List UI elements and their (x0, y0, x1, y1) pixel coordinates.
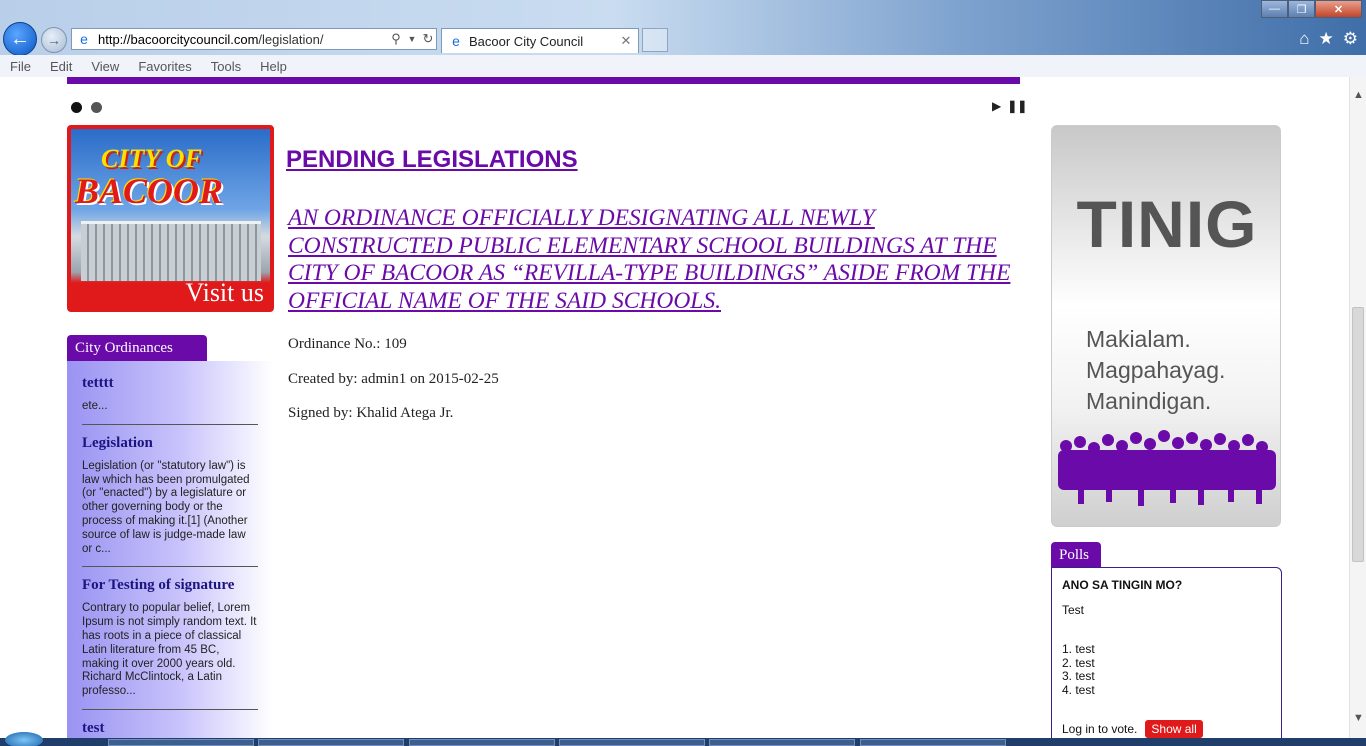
banner-visit-text: Visit us (185, 278, 264, 307)
menu-view[interactable]: View (91, 59, 119, 74)
play-icon[interactable]: ▶ (992, 99, 1001, 113)
ordinance-excerpt: Legislation (or "statutory law") is law … (82, 459, 250, 555)
tinig-title: TINIG (1076, 187, 1258, 261)
close-window-button[interactable]: ✕ (1315, 0, 1362, 18)
poll-option: 1. test (1062, 642, 1095, 656)
taskbar-button[interactable] (709, 739, 855, 746)
taskbar-button[interactable] (559, 739, 705, 746)
address-bar[interactable]: e http://bacoorcitycouncil.com/legislati… (71, 28, 437, 50)
maximize-button[interactable]: ❐ (1288, 0, 1315, 18)
banner-title: CITY OF BACOOR (75, 144, 224, 211)
polls-panel: ANO SA TINGIN MO? Test 1. test 2. test 3… (1051, 567, 1282, 738)
vertical-scrollbar[interactable]: ▲ ▼ (1349, 77, 1366, 738)
gear-icon[interactable]: ⚙ (1343, 29, 1358, 49)
crowd-silhouette-icon (1058, 430, 1276, 506)
menu-edit[interactable]: Edit (50, 59, 72, 74)
city-ordinances-list: tetttt ete... Legislation Legislation (o… (67, 361, 273, 738)
minimize-button[interactable]: — (1261, 0, 1288, 18)
show-all-button[interactable]: Show all (1145, 720, 1203, 738)
ordinance-title-link[interactable]: AN ORDINANCE OFFICIALLY DESIGNATING ALL … (288, 205, 1018, 315)
refresh-icon[interactable]: ↻ (420, 31, 436, 47)
slider-controls: ▶ ❚❚ (992, 99, 1027, 113)
ordinance-link[interactable]: For Testing of signature (82, 577, 258, 594)
pause-icon[interactable]: ❚❚ (1007, 99, 1027, 113)
tinig-banner[interactable]: TINIG Makialam. Magpahayag. Manindigan. (1051, 125, 1281, 527)
city-ordinances-tab: City Ordinances (67, 335, 207, 361)
poll-option: 3. test (1062, 669, 1095, 683)
list-item: tetttt ete... (82, 375, 258, 425)
city-hall-image (81, 221, 261, 281)
address-url[interactable]: http://bacoorcitycouncil.com/legislation… (98, 32, 388, 47)
home-icon[interactable]: ⌂ (1299, 29, 1309, 49)
poll-option: 4. test (1062, 682, 1095, 697)
close-tab-icon[interactable]: ✕ (618, 33, 634, 49)
ordinance-excerpt: Contrary to popular belief, Lorem Ipsum … (82, 602, 257, 698)
command-icons: ⌂ ★ ⚙ (1299, 29, 1358, 49)
poll-question: ANO SA TINGIN MO? (1062, 578, 1183, 592)
taskbar-button[interactable] (108, 739, 254, 746)
visit-bacoor-banner[interactable]: CITY OF BACOOR Visit us (67, 125, 274, 312)
list-item: test (82, 720, 258, 738)
polls-tab: Polls (1051, 542, 1101, 568)
scroll-up-icon[interactable]: ▲ (1353, 89, 1364, 101)
list-item: For Testing of signature Contrary to pop… (82, 577, 258, 710)
slider-pager (71, 102, 102, 113)
tab-title: Bacoor City Council (469, 33, 584, 49)
tinig-tagline: Makialam. Magpahayag. Manindigan. (1086, 326, 1226, 414)
back-button[interactable]: ← (3, 22, 37, 56)
menu-tools[interactable]: Tools (211, 59, 241, 74)
ordinance-number: Ordinance No.: 109 (288, 336, 407, 352)
forward-arrow-icon: → (47, 32, 61, 48)
ordinance-link[interactable]: test (82, 720, 258, 737)
slider-dot-2[interactable] (91, 102, 102, 113)
ie-logo-icon: e (80, 31, 88, 47)
ordinance-excerpt: ete... (82, 400, 108, 412)
taskbar-button[interactable] (860, 739, 1006, 746)
signed-by: Signed by: Khalid Atega Jr. (288, 405, 454, 421)
menu-bar: File Edit View Favorites Tools Help (0, 55, 1366, 77)
page-viewport: ▶ ❚❚ CITY OF BACOOR Visit us City Ordina… (0, 77, 1349, 738)
ordinance-link[interactable]: tetttt (82, 375, 258, 392)
poll-description: Test (1062, 603, 1085, 617)
menu-help[interactable]: Help (260, 59, 287, 74)
header-divider (67, 77, 1020, 84)
browser-chrome: ← → e http://bacoorcitycouncil.com/legis… (0, 0, 1366, 77)
poll-option: 2. test (1062, 655, 1095, 670)
start-orb-icon[interactable] (5, 732, 43, 746)
taskbar-button[interactable] (258, 739, 404, 746)
search-icon[interactable]: ⚲ (388, 31, 404, 47)
forward-button[interactable]: → (41, 27, 67, 53)
menu-favorites[interactable]: Favorites (138, 59, 191, 74)
ordinance-link[interactable]: Legislation (82, 435, 258, 452)
login-to-vote-link[interactable]: Log in to vote. (1062, 722, 1137, 736)
new-tab-button[interactable] (642, 28, 668, 52)
tab-bacoor-city-council[interactable]: e Bacoor City Council ✕ (441, 28, 639, 53)
scroll-thumb[interactable] (1352, 307, 1364, 562)
poll-options: 1. test 2. test 3. test 4. test (1062, 642, 1271, 697)
favorites-star-icon[interactable]: ★ (1319, 29, 1334, 49)
list-item: Legislation Legislation (or "statutory l… (82, 435, 258, 568)
menu-file[interactable]: File (10, 59, 31, 74)
scroll-down-icon[interactable]: ▼ (1353, 712, 1364, 724)
taskbar-button[interactable] (409, 739, 555, 746)
page-title[interactable]: PENDING LEGISLATIONS (286, 146, 578, 174)
poll-footer: Log in to vote. Show all (1062, 720, 1203, 738)
dropdown-icon[interactable]: ▼ (404, 34, 420, 44)
slider-dot-1[interactable] (71, 102, 82, 113)
tab-favicon-icon: e (452, 33, 460, 49)
windows-taskbar (0, 732, 1366, 746)
back-arrow-icon: ← (10, 27, 30, 50)
created-by: Created by: admin1 on 2015-02-25 (288, 371, 499, 387)
